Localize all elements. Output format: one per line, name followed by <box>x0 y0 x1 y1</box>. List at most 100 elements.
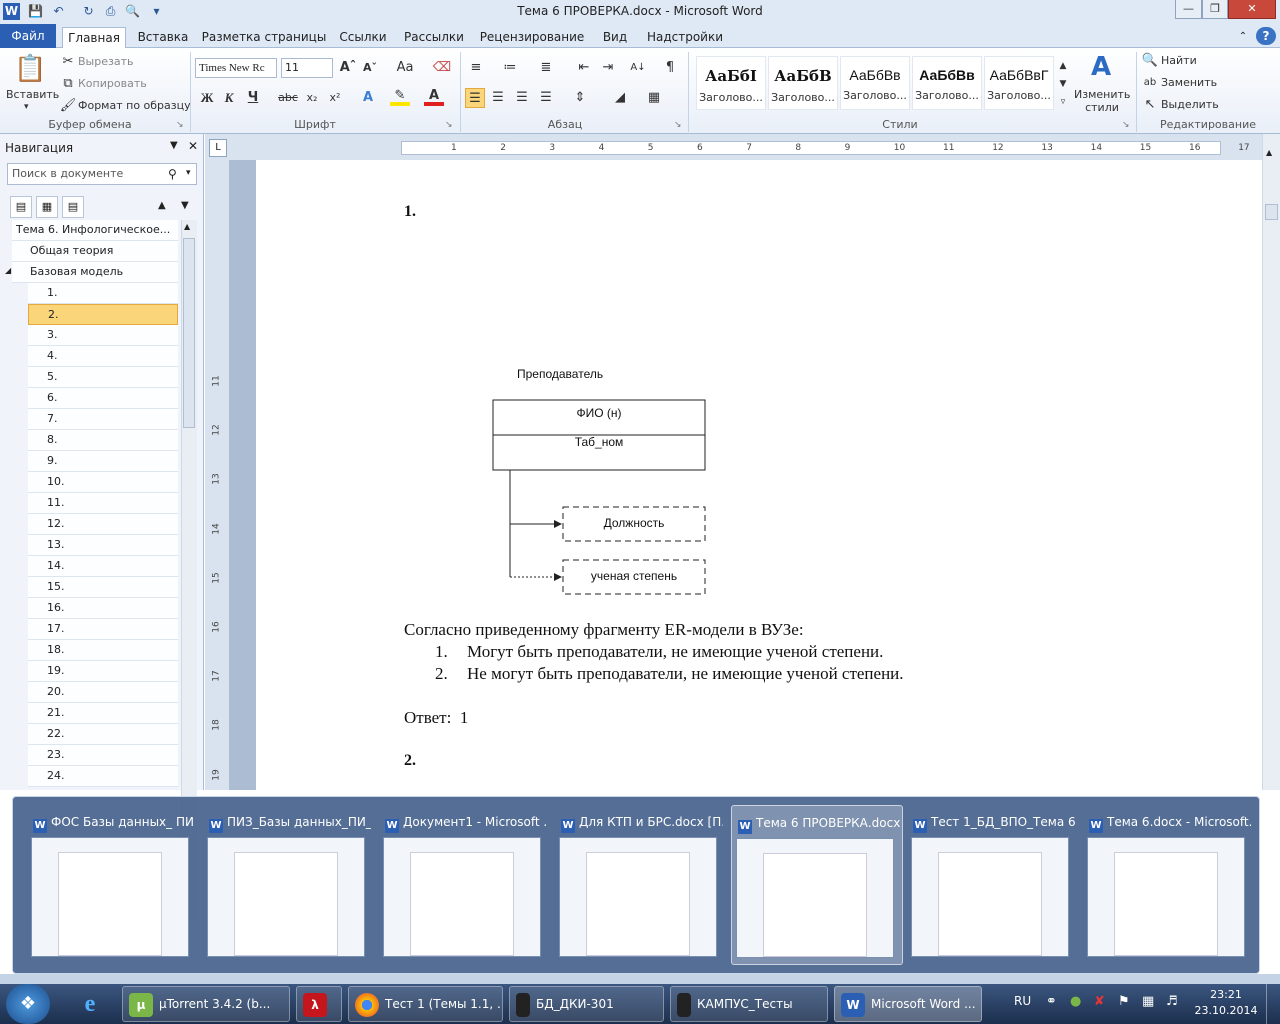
window-thumbnail[interactable]: W Тема 6.docx - Microsoft... <box>1083 805 1255 965</box>
paste-button[interactable]: Вставить <box>6 88 59 101</box>
nav-close-icon[interactable]: ✕ <box>188 139 198 153</box>
nav-heading-item[interactable]: 18. <box>28 640 178 661</box>
tab-mailings[interactable]: Рассылки <box>400 27 468 48</box>
nav-options-icon[interactable]: ▼ <box>170 140 178 151</box>
search-icon[interactable]: ⚲ <box>168 167 177 181</box>
collapse-triangle-icon[interactable]: ◢ <box>5 266 11 275</box>
nav-heading-item[interactable]: 4. <box>28 346 178 367</box>
clipboard-launcher-icon[interactable]: ↘ <box>176 120 184 130</box>
multilevel-list-icon[interactable]: ≣ <box>536 58 556 78</box>
taskbar-bd-dki[interactable]: БД_ДКИ-301 <box>509 986 664 1022</box>
find-icon[interactable]: 🔍 <box>1140 51 1160 71</box>
nav-heading-item[interactable]: 5. <box>28 367 178 388</box>
nav-heading-item[interactable]: 16. <box>28 598 178 619</box>
nav-heading-item[interactable]: 3. <box>28 325 178 346</box>
sort-icon[interactable]: A↓ <box>628 58 648 78</box>
window-thumbnail[interactable]: W Тест 1_БД_ВПО_Тема 6 ... <box>907 805 1079 965</box>
bullets-icon[interactable]: ≡ <box>466 58 486 78</box>
minimize-button[interactable]: — <box>1175 0 1202 19</box>
nav-heading-item[interactable]: 20. <box>28 682 178 703</box>
increase-indent-icon[interactable]: ⇥ <box>598 58 618 78</box>
align-right-icon[interactable]: ☰ <box>512 88 532 108</box>
nav-heading-item[interactable]: 17. <box>28 619 178 640</box>
nav-heading-item[interactable]: 1. <box>28 283 178 304</box>
nav-heading-item[interactable]: 23. <box>28 745 178 766</box>
help-icon[interactable]: ? <box>1256 27 1276 45</box>
results-view-icon[interactable]: ▤ <box>62 196 84 218</box>
italic-icon[interactable]: К <box>219 88 239 108</box>
document-page[interactable]: 1. Преподаватель ФИО (н) Таб_ном Должнос… <box>256 160 1262 800</box>
borders-icon[interactable]: ▦ <box>644 88 664 108</box>
tab-addins[interactable]: Надстройки <box>642 27 728 48</box>
font-size-input[interactable]: 11 <box>281 58 333 78</box>
nav-heading-item[interactable]: 21. <box>28 703 178 724</box>
clear-formatting-icon[interactable]: ⌫ <box>432 58 452 78</box>
paste-dropdown-icon[interactable]: ▾ <box>24 102 29 112</box>
select-button[interactable]: Выделить <box>1161 98 1219 111</box>
nav-heading-item[interactable]: 2. <box>28 304 178 325</box>
next-heading-icon[interactable]: ▼ <box>181 200 189 211</box>
style-heading-2[interactable]: АаБбВ Заголово... <box>768 56 838 110</box>
taskbar-acrobat[interactable]: λ <box>296 986 342 1022</box>
nav-heading-item[interactable]: Общая теория <box>12 241 178 262</box>
window-thumbnail[interactable]: W ФОС Базы данных_ ПИ... <box>27 805 199 965</box>
tab-view[interactable]: Вид <box>596 27 634 48</box>
prev-heading-icon[interactable]: ▲ <box>158 200 166 211</box>
nav-heading-item[interactable]: 15. <box>28 577 178 598</box>
document-scroll-thumb[interactable] <box>1265 204 1278 220</box>
window-thumbnail[interactable]: W ПИЗ_Базы данных_ПИ_... <box>203 805 375 965</box>
utorrent-tray-icon[interactable]: ● <box>1070 994 1081 1009</box>
subscript-icon[interactable]: x₂ <box>302 88 322 108</box>
shading-icon[interactable]: ◢ <box>610 88 630 108</box>
nav-scroll-thumb[interactable] <box>183 238 195 428</box>
tab-review[interactable]: Рецензирование <box>476 27 588 48</box>
flag-tray-icon[interactable]: ⚑ <box>1118 994 1130 1009</box>
change-styles-icon[interactable]: A <box>1084 52 1118 82</box>
bold-icon[interactable]: Ж <box>197 88 217 108</box>
taskbar-utorrent[interactable]: µ µTorrent 3.4.2 (b... <box>122 986 290 1022</box>
nav-heading-item[interactable]: Тема 6. Инфологическое... <box>12 220 178 241</box>
select-icon[interactable]: ↖ <box>1140 95 1160 115</box>
window-thumbnail[interactable]: W Документ1 - Microsoft ... <box>379 805 551 965</box>
style-heading-3[interactable]: АаБбВв Заголово... <box>840 56 910 110</box>
clock-time[interactable]: 23:21 <box>1196 988 1256 1001</box>
network-sync-icon[interactable]: ⚭ <box>1046 994 1057 1009</box>
replace-button[interactable]: Заменить <box>1161 76 1217 89</box>
style-heading-4[interactable]: АаБбВв Заголово... <box>912 56 982 110</box>
window-thumbnail[interactable]: W Тема 6 ПРОВЕРКА.docx... <box>731 805 903 965</box>
decrease-indent-icon[interactable]: ⇤ <box>574 58 594 78</box>
nav-heading-item[interactable]: 10. <box>28 472 178 493</box>
start-button[interactable]: ❖ <box>6 984 50 1024</box>
network-tray-icon[interactable]: ▦ <box>1142 994 1154 1009</box>
nav-heading-item[interactable]: Базовая модель <box>12 262 178 283</box>
style-heading-5[interactable]: АаБбВвГ Заголово... <box>984 56 1054 110</box>
find-button[interactable]: Найти <box>1161 54 1197 67</box>
document-scrollbar[interactable]: ▲ <box>1262 134 1280 790</box>
clock-date[interactable]: 23.10.2014 <box>1192 1004 1260 1017</box>
taskbar-kampus[interactable]: КАМПУС_Тесты <box>670 986 828 1022</box>
nav-heading-item[interactable]: 8. <box>28 430 178 451</box>
antivirus-tray-icon[interactable]: ✘ <box>1094 994 1105 1009</box>
volume-tray-icon[interactable]: ♬ <box>1166 994 1178 1009</box>
nav-heading-item[interactable]: 22. <box>28 724 178 745</box>
show-marks-icon[interactable]: ¶ <box>660 58 680 78</box>
change-styles-button[interactable]: Изменить стили <box>1074 88 1130 114</box>
nav-heading-item[interactable]: 9. <box>28 451 178 472</box>
font-launcher-icon[interactable]: ↘ <box>445 120 453 130</box>
nav-heading-item[interactable]: 24. <box>28 766 178 787</box>
paragraph-launcher-icon[interactable]: ↘ <box>674 120 682 130</box>
grow-font-icon[interactable]: Aˆ <box>338 58 358 78</box>
headings-view-icon[interactable]: ▤ <box>10 196 32 218</box>
tab-insert[interactable]: Вставка <box>134 27 192 48</box>
style-heading-1[interactable]: АаБбІ Заголово... <box>696 56 766 110</box>
scroll-up-icon[interactable]: ▲ <box>1266 148 1272 157</box>
copy-button[interactable]: Копировать <box>78 77 147 90</box>
nav-heading-item[interactable]: 14. <box>28 556 178 577</box>
cut-button[interactable]: Вырезать <box>78 55 133 68</box>
styles-scroll-down-icon[interactable]: ▼ <box>1056 74 1070 94</box>
scroll-up-icon[interactable]: ▲ <box>184 222 190 231</box>
replace-icon[interactable]: ab <box>1140 73 1160 93</box>
text-effects-icon[interactable]: A <box>358 88 378 108</box>
minimize-ribbon-icon[interactable]: ⌃ <box>1234 27 1252 48</box>
window-thumbnail[interactable]: W Для КТП и БРС.docx [П... <box>555 805 727 965</box>
